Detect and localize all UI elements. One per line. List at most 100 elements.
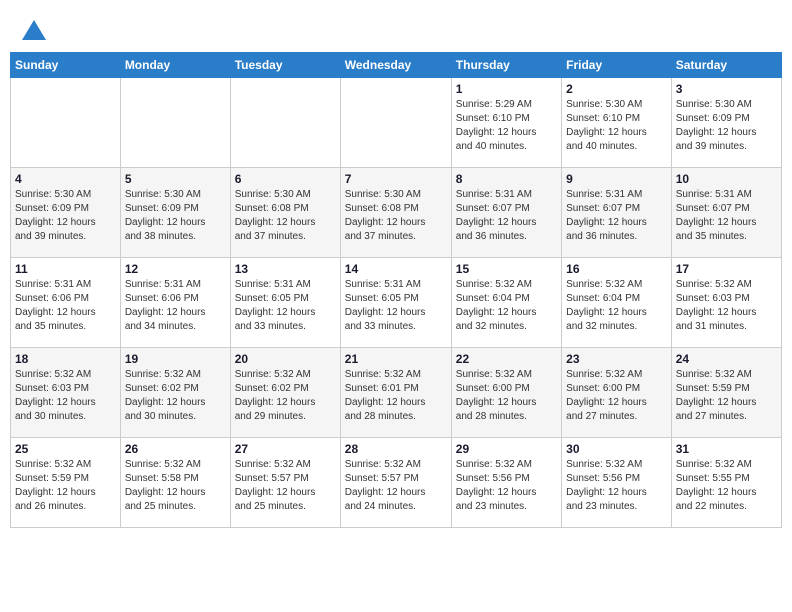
calendar-cell: 11 Sunrise: 5:31 AM Sunset: 6:06 PM Dayli… [11, 258, 121, 348]
day-number: 5 [125, 172, 226, 186]
calendar-cell: 24 Sunrise: 5:32 AM Sunset: 5:59 PM Dayli… [671, 348, 781, 438]
day-number: 20 [235, 352, 336, 366]
day-info: Sunrise: 5:32 AM Sunset: 5:57 PM Dayligh… [345, 458, 447, 514]
day-number: 31 [676, 442, 777, 456]
calendar-cell: 9 Sunrise: 5:31 AM Sunset: 6:07 PM Daylig… [562, 168, 672, 258]
day-info: Sunrise: 5:31 AM Sunset: 6:07 PM Dayligh… [456, 188, 557, 244]
day-number: 6 [235, 172, 336, 186]
calendar-cell: 12 Sunrise: 5:31 AM Sunset: 6:06 PM Dayli… [120, 258, 230, 348]
day-number: 14 [345, 262, 447, 276]
calendar-cell: 21 Sunrise: 5:32 AM Sunset: 6:01 PM Dayli… [340, 348, 451, 438]
calendar-cell: 14 Sunrise: 5:31 AM Sunset: 6:05 PM Dayli… [340, 258, 451, 348]
calendar-cell: 31 Sunrise: 5:32 AM Sunset: 5:55 PM Dayli… [671, 438, 781, 528]
day-number: 19 [125, 352, 226, 366]
calendar-cell: 20 Sunrise: 5:32 AM Sunset: 6:02 PM Dayli… [230, 348, 340, 438]
calendar-week-row: 11 Sunrise: 5:31 AM Sunset: 6:06 PM Dayli… [11, 258, 782, 348]
calendar-table: SundayMondayTuesdayWednesdayThursdayFrid… [10, 52, 782, 528]
day-info: Sunrise: 5:30 AM Sunset: 6:09 PM Dayligh… [15, 188, 116, 244]
weekday-header: Saturday [671, 53, 781, 78]
calendar-cell: 29 Sunrise: 5:32 AM Sunset: 5:56 PM Dayli… [451, 438, 561, 528]
day-number: 26 [125, 442, 226, 456]
calendar-week-row: 4 Sunrise: 5:30 AM Sunset: 6:09 PM Daylig… [11, 168, 782, 258]
logo-icon [20, 18, 48, 46]
calendar-cell: 18 Sunrise: 5:32 AM Sunset: 6:03 PM Dayli… [11, 348, 121, 438]
day-number: 9 [566, 172, 667, 186]
calendar-cell: 23 Sunrise: 5:32 AM Sunset: 6:00 PM Dayli… [562, 348, 672, 438]
day-number: 21 [345, 352, 447, 366]
day-number: 30 [566, 442, 667, 456]
calendar-body: 1Sunrise: 5:29 AM Sunset: 6:10 PM Daylig… [11, 78, 782, 528]
day-info: Sunrise: 5:32 AM Sunset: 5:58 PM Dayligh… [125, 458, 226, 514]
day-number: 7 [345, 172, 447, 186]
calendar-cell: 26 Sunrise: 5:32 AM Sunset: 5:58 PM Dayli… [120, 438, 230, 528]
calendar-cell: 2Sunrise: 5:30 AM Sunset: 6:10 PM Daylig… [562, 78, 672, 168]
day-info: Sunrise: 5:32 AM Sunset: 5:59 PM Dayligh… [15, 458, 116, 514]
day-info: Sunrise: 5:30 AM Sunset: 6:09 PM Dayligh… [676, 98, 777, 154]
calendar-cell: 8 Sunrise: 5:31 AM Sunset: 6:07 PM Daylig… [451, 168, 561, 258]
day-info: Sunrise: 5:30 AM Sunset: 6:10 PM Dayligh… [566, 98, 667, 154]
day-info: Sunrise: 5:32 AM Sunset: 6:04 PM Dayligh… [456, 278, 557, 334]
day-info: Sunrise: 5:31 AM Sunset: 6:06 PM Dayligh… [125, 278, 226, 334]
day-info: Sunrise: 5:31 AM Sunset: 6:05 PM Dayligh… [235, 278, 336, 334]
calendar-cell: 6Sunrise: 5:30 AM Sunset: 6:08 PM Daylig… [230, 168, 340, 258]
day-number: 22 [456, 352, 557, 366]
day-number: 23 [566, 352, 667, 366]
calendar-cell: 27Sunrise: 5:32 AM Sunset: 5:57 PM Dayli… [230, 438, 340, 528]
weekday-header: Thursday [451, 53, 561, 78]
day-number: 8 [456, 172, 557, 186]
weekday-header: Friday [562, 53, 672, 78]
calendar-cell: 22 Sunrise: 5:32 AM Sunset: 6:00 PM Dayli… [451, 348, 561, 438]
day-info: Sunrise: 5:32 AM Sunset: 6:00 PM Dayligh… [566, 368, 667, 424]
day-number: 13 [235, 262, 336, 276]
calendar-week-row: 25 Sunrise: 5:32 AM Sunset: 5:59 PM Dayli… [11, 438, 782, 528]
weekday-header: Tuesday [230, 53, 340, 78]
day-info: Sunrise: 5:32 AM Sunset: 6:04 PM Dayligh… [566, 278, 667, 334]
day-info: Sunrise: 5:31 AM Sunset: 6:05 PM Dayligh… [345, 278, 447, 334]
day-number: 25 [15, 442, 116, 456]
day-number: 28 [345, 442, 447, 456]
day-number: 16 [566, 262, 667, 276]
calendar-cell: 15Sunrise: 5:32 AM Sunset: 6:04 PM Dayli… [451, 258, 561, 348]
calendar-cell: 30Sunrise: 5:32 AM Sunset: 5:56 PM Dayli… [562, 438, 672, 528]
calendar-cell [230, 78, 340, 168]
calendar-cell: 28 Sunrise: 5:32 AM Sunset: 5:57 PM Dayli… [340, 438, 451, 528]
weekday-header: Wednesday [340, 53, 451, 78]
calendar-cell: 16 Sunrise: 5:32 AM Sunset: 6:04 PM Dayli… [562, 258, 672, 348]
day-number: 18 [15, 352, 116, 366]
day-info: Sunrise: 5:32 AM Sunset: 6:00 PM Dayligh… [456, 368, 557, 424]
day-number: 10 [676, 172, 777, 186]
logo [20, 18, 52, 46]
calendar-cell: 19 Sunrise: 5:32 AM Sunset: 6:02 PM Dayli… [120, 348, 230, 438]
day-info: Sunrise: 5:32 AM Sunset: 6:02 PM Dayligh… [235, 368, 336, 424]
calendar-cell: 10Sunrise: 5:31 AM Sunset: 6:07 PM Dayli… [671, 168, 781, 258]
day-info: Sunrise: 5:31 AM Sunset: 6:06 PM Dayligh… [15, 278, 116, 334]
day-number: 27 [235, 442, 336, 456]
day-info: Sunrise: 5:32 AM Sunset: 6:03 PM Dayligh… [676, 278, 777, 334]
day-info: Sunrise: 5:30 AM Sunset: 6:09 PM Dayligh… [125, 188, 226, 244]
day-number: 29 [456, 442, 557, 456]
calendar-cell: 4 Sunrise: 5:30 AM Sunset: 6:09 PM Daylig… [11, 168, 121, 258]
calendar-header: SundayMondayTuesdayWednesdayThursdayFrid… [11, 53, 782, 78]
day-number: 4 [15, 172, 116, 186]
calendar-cell: 1Sunrise: 5:29 AM Sunset: 6:10 PM Daylig… [451, 78, 561, 168]
weekday-header: Monday [120, 53, 230, 78]
calendar-cell: 13 Sunrise: 5:31 AM Sunset: 6:05 PM Dayli… [230, 258, 340, 348]
day-number: 24 [676, 352, 777, 366]
calendar-cell: 5 Sunrise: 5:30 AM Sunset: 6:09 PM Daylig… [120, 168, 230, 258]
calendar-cell [120, 78, 230, 168]
day-info: Sunrise: 5:31 AM Sunset: 6:07 PM Dayligh… [566, 188, 667, 244]
calendar-cell [340, 78, 451, 168]
calendar-cell: 17 Sunrise: 5:32 AM Sunset: 6:03 PM Dayli… [671, 258, 781, 348]
day-info: Sunrise: 5:29 AM Sunset: 6:10 PM Dayligh… [456, 98, 557, 154]
day-info: Sunrise: 5:32 AM Sunset: 6:03 PM Dayligh… [15, 368, 116, 424]
day-info: Sunrise: 5:32 AM Sunset: 5:59 PM Dayligh… [676, 368, 777, 424]
day-info: Sunrise: 5:32 AM Sunset: 6:01 PM Dayligh… [345, 368, 447, 424]
day-info: Sunrise: 5:32 AM Sunset: 5:56 PM Dayligh… [456, 458, 557, 514]
day-info: Sunrise: 5:32 AM Sunset: 5:55 PM Dayligh… [676, 458, 777, 514]
day-info: Sunrise: 5:30 AM Sunset: 6:08 PM Dayligh… [345, 188, 447, 244]
day-info: Sunrise: 5:32 AM Sunset: 6:02 PM Dayligh… [125, 368, 226, 424]
day-number: 12 [125, 262, 226, 276]
day-number: 3 [676, 82, 777, 96]
day-number: 17 [676, 262, 777, 276]
day-number: 11 [15, 262, 116, 276]
